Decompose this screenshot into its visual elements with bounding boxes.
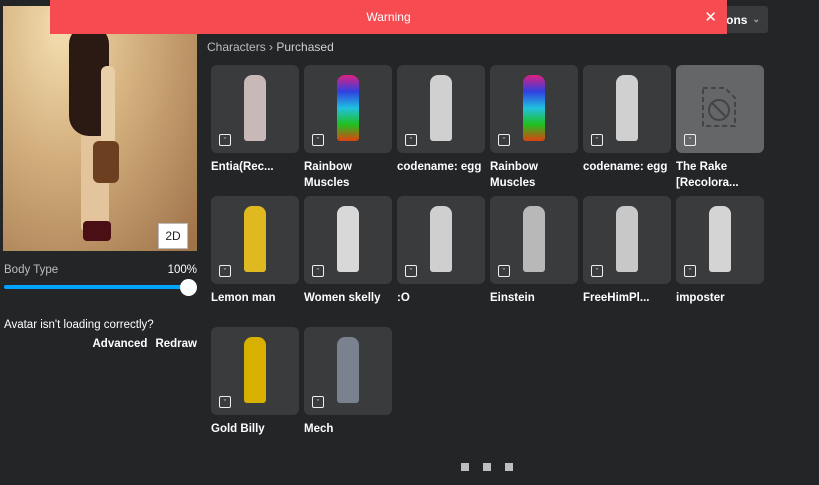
item-thumbnail[interactable]: ᵕ — [211, 196, 299, 284]
character-badge-icon: ᵕ — [684, 265, 696, 277]
character-thumbnail — [523, 75, 545, 141]
character-thumbnail — [523, 206, 545, 272]
item-thumbnail[interactable]: ᵕ — [211, 327, 299, 415]
chevron-right-icon: › — [269, 40, 274, 54]
item-card[interactable]: ᵕ imposter — [676, 196, 764, 327]
unavailable-icon — [702, 87, 736, 127]
body-type-slider[interactable] — [4, 285, 190, 289]
item-card[interactable]: ᵕ codename: egg — [397, 65, 485, 196]
options-label: ons — [726, 12, 748, 27]
item-card[interactable]: ᵕ Lemon man — [211, 196, 299, 327]
body-type-value: 100% — [167, 264, 197, 276]
character-thumbnail — [616, 206, 638, 272]
character-thumbnail — [337, 75, 359, 141]
item-thumbnail[interactable]: ᵕ — [490, 196, 578, 284]
item-card[interactable]: ᵕ Women skelly — [304, 196, 392, 327]
character-badge-icon: ᵕ — [219, 396, 231, 408]
item-thumbnail[interactable]: ᵕ — [304, 327, 392, 415]
character-badge-icon: ᵕ — [498, 265, 510, 277]
redraw-link[interactable]: Redraw — [155, 338, 197, 350]
character-thumbnail — [244, 206, 266, 272]
item-name: imposter — [676, 292, 725, 304]
item-thumbnail[interactable]: ᵕ — [676, 65, 764, 153]
item-name: Lemon man — [211, 292, 276, 304]
breadcrumb-characters[interactable]: Characters — [207, 40, 266, 54]
item-card[interactable]: ᵕ Gold Billy — [211, 327, 299, 458]
item-card[interactable]: ᵕ The Rake [Recolora... — [676, 65, 764, 196]
character-badge-icon: ᵕ — [312, 265, 324, 277]
close-icon[interactable]: ✕ — [704, 8, 717, 26]
character-badge-icon: ᵕ — [684, 134, 696, 146]
loading-question: Avatar isn't loading correctly? — [4, 319, 154, 331]
character-thumbnail — [337, 206, 359, 272]
item-name: :O — [397, 292, 410, 304]
item-thumbnail[interactable]: ᵕ — [583, 196, 671, 284]
character-thumbnail — [337, 337, 359, 403]
avatar-preview[interactable]: 2D — [3, 6, 197, 251]
character-badge-icon: ᵕ — [312, 134, 324, 146]
character-badge-icon: ᵕ — [591, 265, 603, 277]
item-card[interactable]: ᵕ Rainbow Muscles — [304, 65, 392, 196]
warning-text: Warning — [366, 10, 411, 24]
avatar-figure — [65, 26, 125, 241]
body-type-label: Body Type — [4, 264, 59, 276]
item-name: Women skelly — [304, 292, 381, 304]
item-card[interactable]: ᵕ Rainbow Muscles — [490, 65, 578, 196]
character-badge-icon: ᵕ — [219, 134, 231, 146]
item-card[interactable]: ᵕ Entia(Rec... — [211, 65, 299, 196]
item-name: codename: egg — [583, 161, 668, 173]
item-name: Gold Billy — [211, 423, 265, 435]
item-thumbnail[interactable]: ᵕ — [304, 196, 392, 284]
item-thumbnail[interactable]: ᵕ — [211, 65, 299, 153]
character-badge-icon: ᵕ — [312, 396, 324, 408]
item-card[interactable]: ᵕ codename: egg — [583, 65, 671, 196]
character-badge-icon: ᵕ — [405, 265, 417, 277]
character-thumbnail — [244, 75, 266, 141]
advanced-link[interactable]: Advanced — [92, 338, 147, 350]
item-name: The Rake [Recolora... — [676, 161, 739, 189]
item-thumbnail[interactable]: ᵕ — [397, 65, 485, 153]
character-thumbnail — [430, 75, 452, 141]
character-badge-icon: ᵕ — [591, 134, 603, 146]
character-badge-icon: ᵕ — [405, 134, 417, 146]
item-card[interactable]: ᵕ :O — [397, 196, 485, 327]
item-grid: ᵕ Entia(Rec... ᵕ Rainbow Muscles ᵕ codename: … — [211, 65, 764, 458]
item-thumbnail[interactable]: ᵕ — [490, 65, 578, 153]
item-name: Einstein — [490, 292, 535, 304]
item-name: FreeHimPl... — [583, 292, 650, 304]
item-name: Rainbow Muscles — [304, 161, 352, 189]
item-card[interactable]: ᵕ FreeHimPl... — [583, 196, 671, 327]
character-thumbnail — [616, 75, 638, 141]
loading-indicator — [461, 463, 513, 471]
item-card[interactable]: ᵕ Mech — [304, 327, 392, 458]
toggle-2d-button[interactable]: 2D — [158, 223, 188, 249]
item-name: Rainbow Muscles — [490, 161, 538, 189]
warning-banner: Warning ✕ — [50, 0, 727, 34]
item-thumbnail[interactable]: ᵕ — [583, 65, 671, 153]
item-card[interactable]: ᵕ Einstein — [490, 196, 578, 327]
character-thumbnail — [244, 337, 266, 403]
body-type-slider-handle[interactable] — [180, 279, 197, 296]
item-thumbnail[interactable]: ᵕ — [304, 65, 392, 153]
character-badge-icon: ᵕ — [219, 265, 231, 277]
character-badge-icon: ᵕ — [498, 134, 510, 146]
item-thumbnail[interactable]: ᵕ — [397, 196, 485, 284]
breadcrumb: Characters › Purchased — [207, 40, 334, 54]
item-name: Entia(Rec... — [211, 161, 274, 173]
item-name: Mech — [304, 423, 334, 435]
character-thumbnail — [709, 206, 731, 272]
character-thumbnail — [430, 206, 452, 272]
item-thumbnail[interactable]: ᵕ — [676, 196, 764, 284]
breadcrumb-purchased: Purchased — [276, 40, 334, 54]
chevron-down-icon: ⌄ — [752, 14, 760, 24]
item-name: codename: egg — [397, 161, 482, 173]
